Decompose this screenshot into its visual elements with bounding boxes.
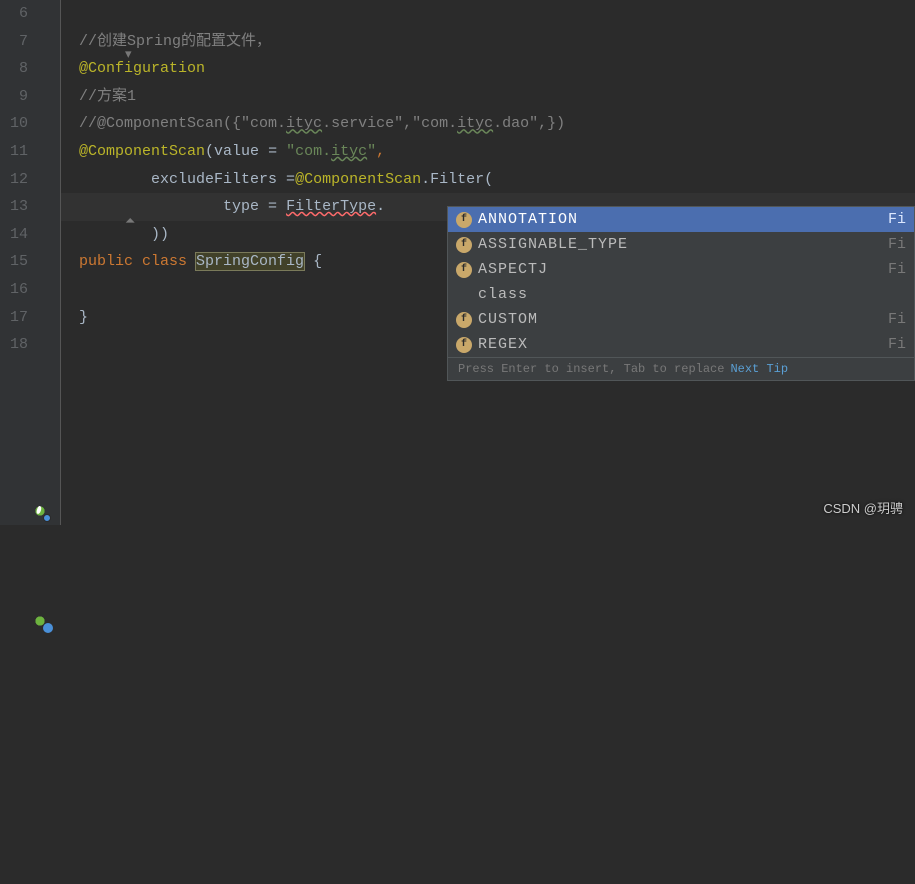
autocomplete-label: REGEX xyxy=(478,336,888,353)
gutter: 6 7 8 9 10 11 12 13 14 15 16 17 18 xyxy=(0,0,60,525)
field-icon: f xyxy=(456,312,472,328)
autocomplete-item[interactable]: f CUSTOM Fi xyxy=(448,307,914,332)
code-line: excludeFilters =@ComponentScan.Filter( xyxy=(79,166,915,194)
line-number: 18 xyxy=(0,331,28,359)
autocomplete-label: ASSIGNABLE_TYPE xyxy=(478,236,888,253)
autocomplete-item[interactable]: f ANNOTATION Fi xyxy=(448,207,914,232)
autocomplete-type: Fi xyxy=(888,261,906,278)
watermark: CSDN @玥骋 xyxy=(823,498,903,517)
line-number: 12 xyxy=(0,166,28,194)
line-number: 9 xyxy=(0,83,28,111)
empty-icon xyxy=(456,287,472,303)
line-number: 16 xyxy=(0,276,28,304)
line-number: 17 xyxy=(0,304,28,332)
line-number: 8 xyxy=(0,55,28,83)
autocomplete-type: Fi xyxy=(888,336,906,353)
autocomplete-footer: Press Enter to insert, Tab to replace Ne… xyxy=(448,357,914,380)
line-number: 6 xyxy=(0,0,28,28)
autocomplete-type: Fi xyxy=(888,311,906,328)
autocomplete-item[interactable]: f ASSIGNABLE_TYPE Fi xyxy=(448,232,914,257)
code-editor: 6 7 8 9 10 11 12 13 14 15 16 17 18 ▾ ⏶ xyxy=(0,0,915,525)
code-line: //方案1 xyxy=(79,83,915,111)
fold-arrow-icon[interactable]: ▾ xyxy=(125,47,132,62)
code-line: @ComponentScan(value = "com.ityc", xyxy=(79,138,915,166)
code-line: //@ComponentScan({"com.ityc.service","co… xyxy=(79,110,915,138)
line-number: 7 xyxy=(0,28,28,56)
spring-config-icon[interactable] xyxy=(32,613,48,629)
autocomplete-label: CUSTOM xyxy=(478,311,888,328)
autocomplete-type: Fi xyxy=(888,236,906,253)
field-icon: f xyxy=(456,212,472,228)
line-number: 10 xyxy=(0,110,28,138)
code-line xyxy=(79,0,915,28)
spring-bean-icon[interactable] xyxy=(32,503,48,519)
autocomplete-label: ASPECTJ xyxy=(478,261,888,278)
autocomplete-item[interactable]: f ASPECTJ Fi xyxy=(448,257,914,282)
line-numbers: 6 7 8 9 10 11 12 13 14 15 16 17 18 xyxy=(0,0,36,359)
code-line: //创建Spring的配置文件， xyxy=(79,28,915,56)
autocomplete-label: class xyxy=(478,286,906,303)
autocomplete-popup: f ANNOTATION Fi f ASSIGNABLE_TYPE Fi f A… xyxy=(447,206,915,381)
autocomplete-type: Fi xyxy=(888,211,906,228)
java-badge-icon xyxy=(43,623,53,633)
line-number: 11 xyxy=(0,138,28,166)
line-number: 14 xyxy=(0,221,28,249)
autocomplete-hint: Press Enter to insert, Tab to replace xyxy=(458,362,724,376)
field-icon: f xyxy=(456,262,472,278)
autocomplete-label: ANNOTATION xyxy=(478,211,888,228)
warning-icon[interactable]: ⏶ xyxy=(125,214,135,229)
line-number: 15 xyxy=(0,248,28,276)
autocomplete-item[interactable]: f REGEX Fi xyxy=(448,332,914,357)
magnify-badge-icon xyxy=(43,514,51,522)
field-icon: f xyxy=(456,337,472,353)
line-number: 13 xyxy=(0,193,28,221)
code-line: @Configuration xyxy=(79,55,915,83)
field-icon: f xyxy=(456,237,472,253)
code-area[interactable]: ▾ ⏶ //创建Spring的配置文件， @Configuration //方案… xyxy=(60,0,915,525)
next-tip-link[interactable]: Next Tip xyxy=(730,362,788,376)
autocomplete-item[interactable]: class xyxy=(448,282,914,307)
